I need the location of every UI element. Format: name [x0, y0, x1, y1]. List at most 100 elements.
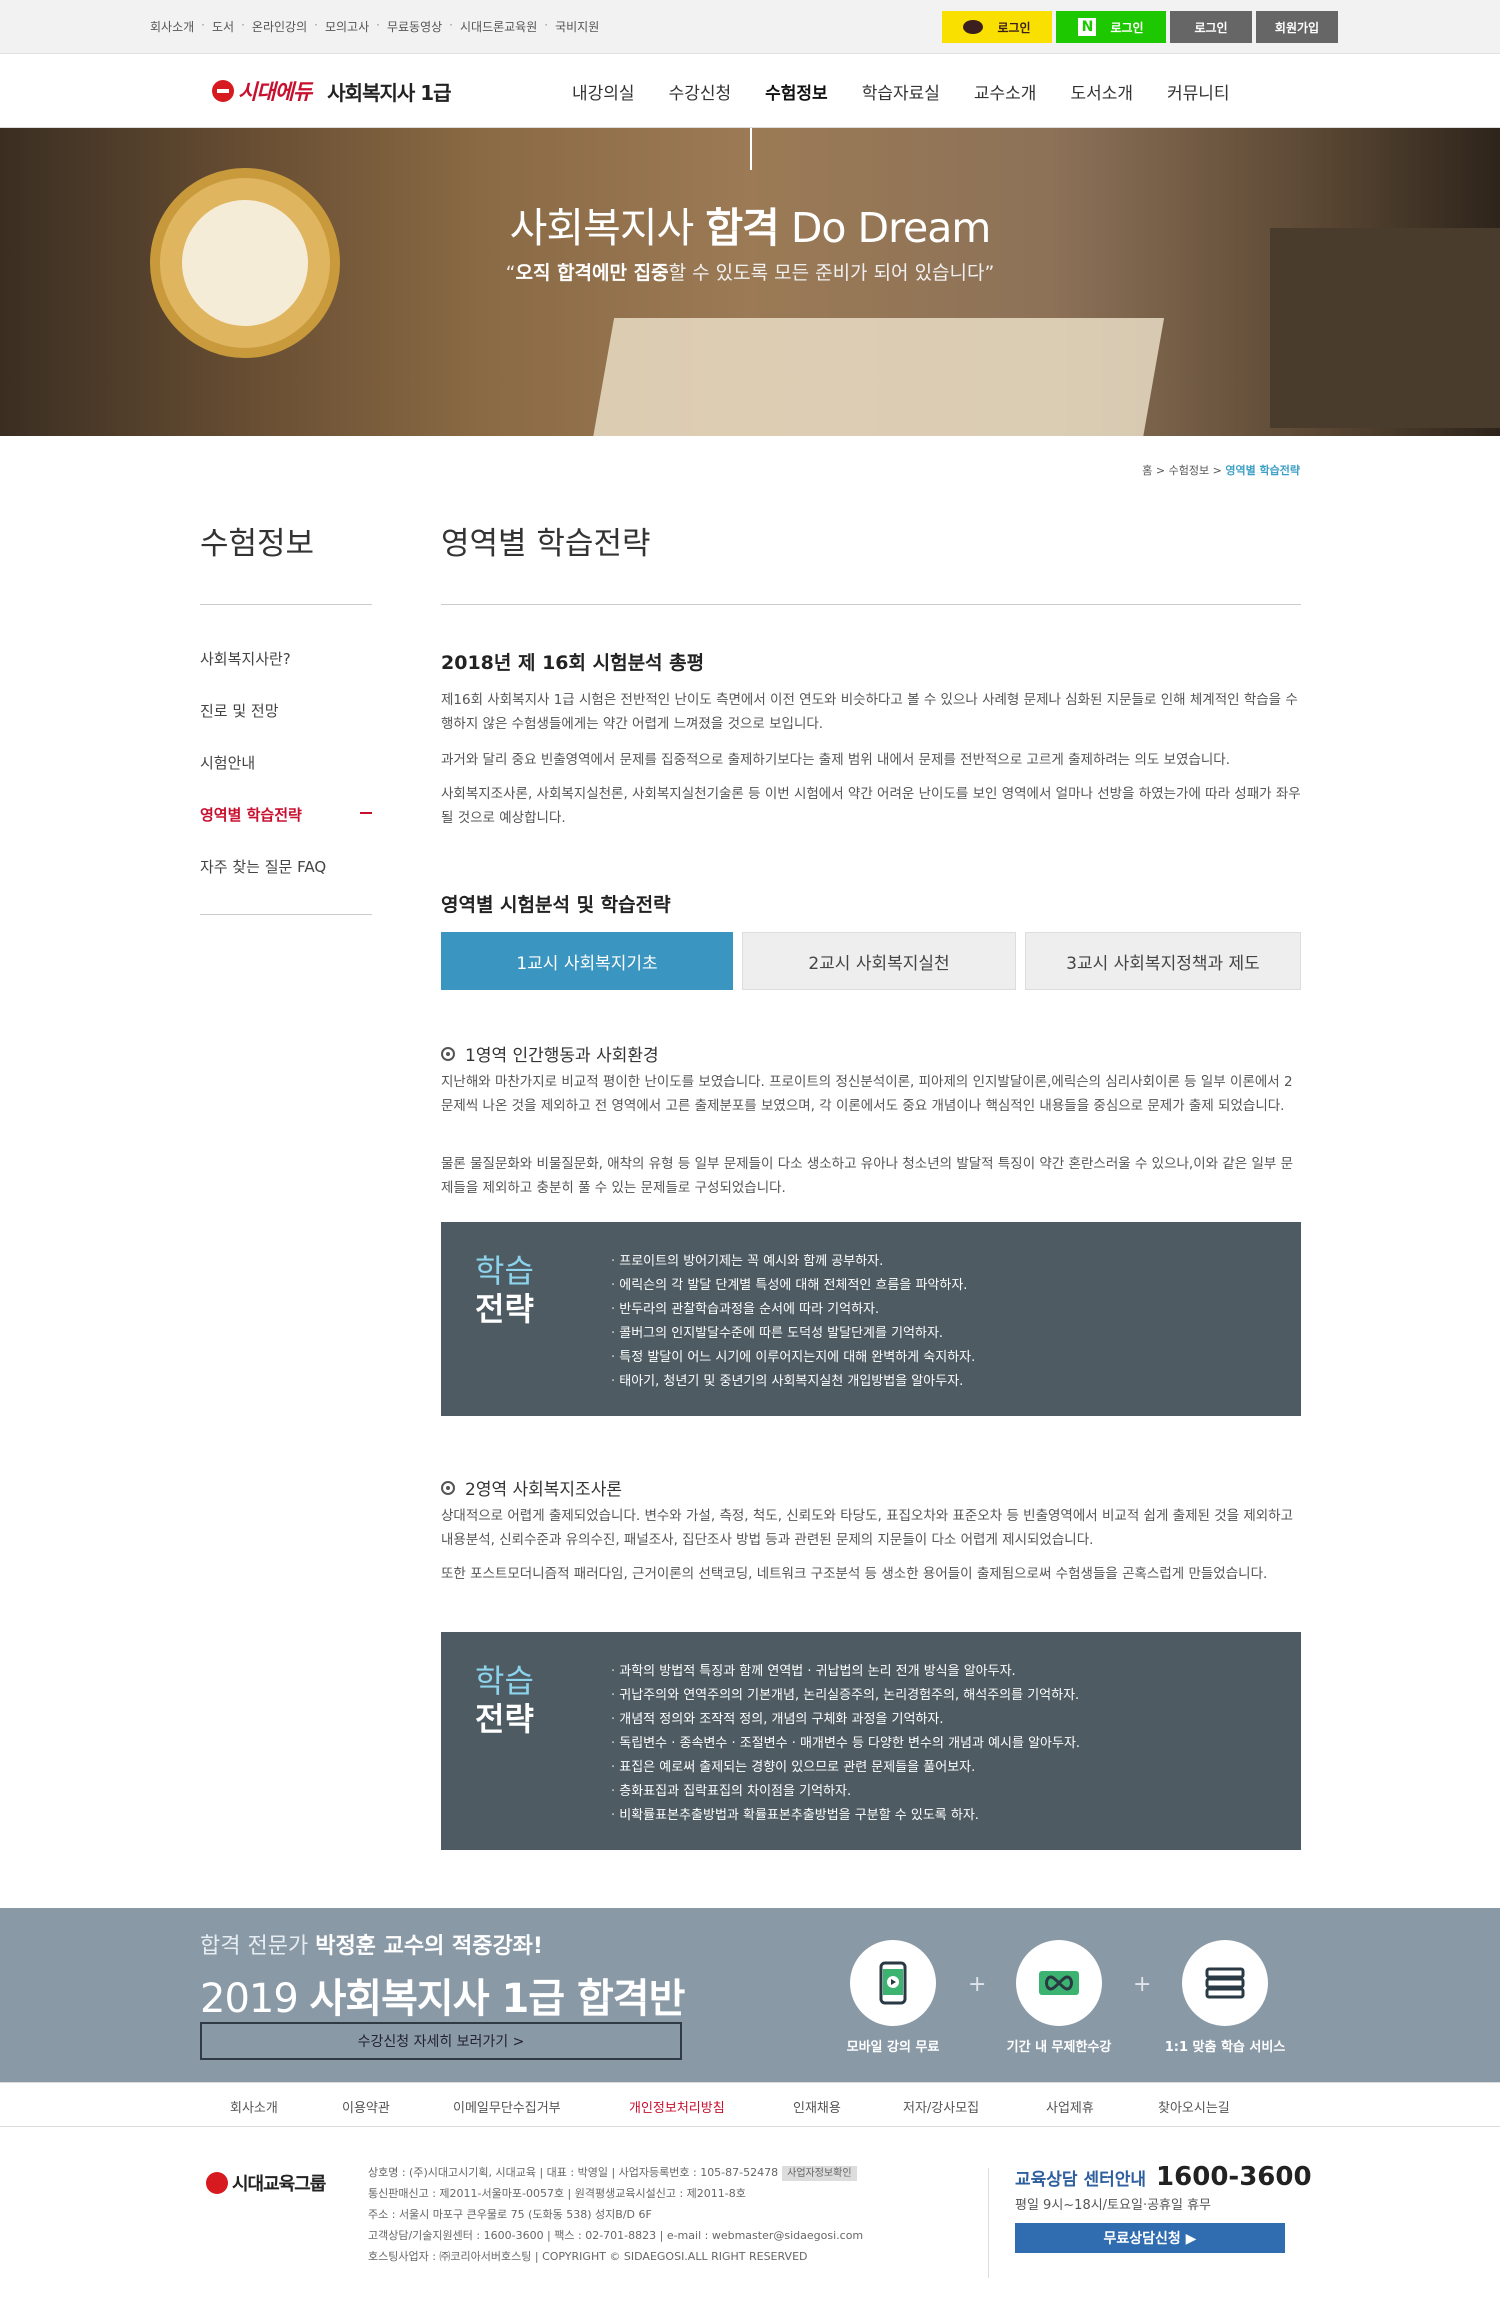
strategy-item: 표집은 예로써 출제되는 경향이 있으므로 관련 문제들을 풀어보자. [611, 1756, 1080, 1780]
section-paragraph: 지난해와 마찬가지로 비교적 평이한 난이도를 보였습니다. 프로이트의 정신분… [441, 1074, 1293, 1114]
page-title: 영역별 학습전략 [441, 526, 651, 562]
section-paragraph: 물론 물질문화와 비물질문화, 애착의 유형 등 일부 문제들이 다소 생소하고… [441, 1156, 1294, 1196]
cs-hours: 평일 9시~18시/토요일·공휴일 휴무 [1015, 2198, 1212, 2213]
strategy-item: 개념적 정의와 조작적 정의, 개념의 구체화 과정을 기억하자. [611, 1708, 1080, 1732]
top-link-books[interactable]: 도서 [212, 18, 234, 35]
promo-banner: 합격 전문가 박정훈 교수의 적중강좌! 2019 사회복지사 1급 합격반 수… [0, 1908, 1500, 2082]
strategy-item: 프로이트의 방어기제는 꼭 예시와 함께 공부하자. [611, 1250, 975, 1274]
join-button[interactable]: 회원가입 [1256, 11, 1338, 43]
logo-brand: 시대에듀 [238, 80, 312, 104]
top-utility-bar: 회사소개 · 도서 · 온라인강의 · 모의고사 · 무료동영상 · 시대드론교육원 · 국… [0, 0, 1500, 54]
hero-subtitle: “오직 합격에만 집중할 수 있도록 모든 준비가 되어 있습니다” [505, 262, 995, 284]
strategy-item: 태아기, 청년기 및 중년기의 사회복지실천 개입방법을 알아두자. [611, 1370, 975, 1394]
company-info-line: 고객상담/기술지원센터 : 1600-3600 | 팩스 : 02-701-88… [368, 2229, 864, 2242]
company-info-line: 상호명 : (주)시대고시기획, 시대교육 | 대표 : 박영일 | 사업자등록… [368, 2166, 779, 2179]
strategy-label: 학습 전략 [475, 1252, 534, 1328]
open-book-image [585, 318, 1165, 436]
hero-title: 사회복지사 합격 Do Dream [509, 204, 992, 252]
footer-link-author-recruit[interactable]: 저자/강사모집 [903, 2097, 979, 2116]
strategy-item: 과학의 방법적 특징과 함께 연역법 · 귀납법의 논리 전개 방식을 알아두자… [611, 1660, 1080, 1684]
nav-exam-info[interactable]: 수험정보 [765, 79, 828, 104]
session-tabs: 1교시 사회복지기초 2교시 사회복지실천 3교시 사회복지정책과 제도 [441, 932, 1301, 990]
section-paragraph: 또한 포스트모더니즘적 패러다임, 근거이론의 선택코딩, 네트워크 구조분석 … [441, 1566, 1268, 1582]
sidebar-title: 수험정보 [200, 526, 315, 562]
section-heading: 2영역 사회복지조사론 [441, 1475, 622, 1500]
cs-number: 1600-3600 [1156, 2162, 1312, 2192]
footer-link-email-refusal[interactable]: 이메일무단수집거부 [453, 2097, 561, 2116]
strategy-list: 과학의 방법적 특징과 함께 연역법 · 귀납법의 논리 전개 방식을 알아두자… [611, 1660, 1080, 1828]
biz-info-button[interactable]: 사업자정보확인 [782, 2166, 857, 2181]
sidebar-menu: 사회복지사란? 진로 및 전망 시험안내 영역별 학습전략 자주 찾는 질문 F… [200, 648, 372, 908]
breadcrumb-home[interactable]: 홈 [1142, 464, 1152, 477]
nav-books[interactable]: 도서소개 [1070, 79, 1133, 104]
top-link-gov-support[interactable]: 국비지원 [555, 18, 599, 35]
overview-paragraph: 과거와 달리 중요 빈출영역에서 문제를 집중적으로 출제하기보다는 출제 범위… [441, 752, 1231, 768]
hero-banner: 사회복지사 합격 Do Dream “오직 합격에만 집중할 수 있도록 모든 … [0, 128, 1500, 436]
company-info: 상호명 : (주)시대고시기획, 시대교육 | 대표 : 박영일 | 사업자등록… [368, 2162, 908, 2267]
sidebar-item-career[interactable]: 진로 및 전망 [200, 700, 372, 752]
top-link-mock-exam[interactable]: 모의고사 [325, 18, 369, 35]
footer-link-privacy[interactable]: 개인정보처리방침 [629, 2097, 725, 2116]
nav-my-classroom[interactable]: 내강의실 [572, 79, 635, 104]
promo-cta-button[interactable]: 수강신청 자세히 보러가기 > [200, 2022, 682, 2060]
tab-session-1[interactable]: 1교시 사회복지기초 [441, 932, 733, 990]
infinity-icon [1016, 1940, 1102, 2026]
top-link-drone[interactable]: 시대드론교육원 [460, 18, 537, 35]
tab-session-2[interactable]: 2교시 사회복지실천 [742, 932, 1016, 990]
strategy-label: 학습 전략 [475, 1662, 534, 1738]
tab-session-3[interactable]: 3교시 사회복지정책과 제도 [1025, 932, 1301, 990]
footer-divider [988, 2168, 989, 2278]
feature-caption: 1:1 맞춤 학습 서비스 [1164, 2040, 1286, 2055]
section-paragraph: 상대적으로 어렵게 출제되었습니다. 변수와 가설, 측정, 척도, 신뢰도와 … [441, 1508, 1294, 1548]
target-icon [441, 1046, 455, 1061]
sidebar-divider-bottom [200, 914, 372, 915]
sidebar-item-exam-guide[interactable]: 시험안내 [200, 752, 372, 804]
strategy-list: 프로이트의 방어기제는 꼭 예시와 함께 공부하자. 에릭슨의 각 발달 단계별… [611, 1250, 975, 1394]
naver-icon: N [1078, 18, 1097, 36]
footer-link-company[interactable]: 회사소개 [230, 2097, 278, 2116]
footer-link-partnership[interactable]: 사업제휴 [1046, 2097, 1094, 2116]
plus-icon: + [968, 1972, 987, 1997]
strategy-box: 학습전략 프로이트의 방어기제는 꼭 예시와 함께 공부하자. 에릭슨의 각 발… [441, 1222, 1301, 1416]
footer-nav: 회사소개 이용약관 이메일무단수집거부 개인정보처리방침 인재채용 저자/강사모… [0, 2082, 1500, 2127]
top-links: 회사소개 · 도서 · 온라인강의 · 모의고사 · 무료동영상 · 시대드론교육원 · 국… [150, 18, 600, 35]
logo-mark-icon [206, 2172, 228, 2194]
hero-divider [750, 128, 752, 170]
company-info-line: 주소 : 서울시 마포구 큰우물로 75 (도화동 538) 성지B/D 6F [368, 2208, 652, 2221]
section-heading: 1영역 인간행동과 사회환경 [441, 1041, 659, 1066]
promo-headline: 합격 전문가 박정훈 교수의 적중강좌! [200, 1934, 543, 1959]
site-title: 사회복지사 1급 [327, 80, 451, 105]
company-info-line: 호스팅사업자 : ㈜코리아서버호스팅 | COPYRIGHT © SIDAEGO… [368, 2250, 808, 2263]
site-logo[interactable]: 시대에듀 사회복지사 1급 [212, 76, 452, 106]
free-consult-button[interactable]: 무료상담신청 ▶ [1015, 2223, 1285, 2253]
footer-link-terms[interactable]: 이용약관 [342, 2097, 390, 2116]
analysis-title: 영역별 시험분석 및 학습전략 [441, 894, 671, 916]
strategy-item: 층화표집과 집락표집의 차이점을 기억하자. [611, 1780, 1080, 1804]
footer-link-careers[interactable]: 인재채용 [793, 2097, 841, 2116]
sidebar-item-faq[interactable]: 자주 찾는 질문 FAQ [200, 856, 372, 908]
strategy-item: 반두라의 관찰학습과정을 순서에 따라 기억하자. [611, 1298, 975, 1322]
top-link-online-lecture[interactable]: 온라인강의 [252, 18, 307, 35]
auth-buttons: 로그인 N 로그인 로그인 회원가입 [942, 11, 1338, 43]
naver-login-button[interactable]: N 로그인 [1056, 11, 1166, 43]
nav-materials[interactable]: 학습자료실 [862, 79, 940, 104]
site-header: 시대에듀 사회복지사 1급 내강의실 수강신청 수험정보 학습자료실 교수소개 … [0, 54, 1500, 128]
kakao-login-button[interactable]: 로그인 [942, 11, 1052, 43]
feature-caption: 모바일 강의 무료 [846, 2040, 940, 2055]
nav-professors[interactable]: 교수소개 [974, 79, 1037, 104]
footer-link-directions[interactable]: 찾아오시는길 [1158, 2097, 1230, 2116]
overview-paragraph: 제16회 사회복지사 1급 시험은 전반적인 난이도 측면에서 이전 연도와 비… [441, 692, 1298, 732]
sidebar-item-about[interactable]: 사회복지사란? [200, 648, 372, 700]
top-link-company[interactable]: 회사소개 [150, 18, 194, 35]
strategy-item: 특정 발달이 어느 시기에 이루어지는지에 대해 완벽하게 숙지하자. [611, 1346, 975, 1370]
title-divider [441, 604, 1301, 605]
breadcrumb: 홈 > 수험정보 > 영역별 학습전략 [1142, 464, 1300, 477]
sidebar-item-strategy[interactable]: 영역별 학습전략 [200, 804, 372, 856]
breadcrumb-parent[interactable]: 수험정보 [1169, 464, 1209, 477]
top-link-free-video[interactable]: 무료동영상 [387, 18, 442, 35]
nav-enroll[interactable]: 수강신청 [669, 79, 732, 104]
kakao-icon [963, 20, 984, 34]
logo-mark-icon [212, 80, 234, 102]
login-button[interactable]: 로그인 [1170, 11, 1252, 43]
nav-community[interactable]: 커뮤니티 [1167, 79, 1230, 104]
